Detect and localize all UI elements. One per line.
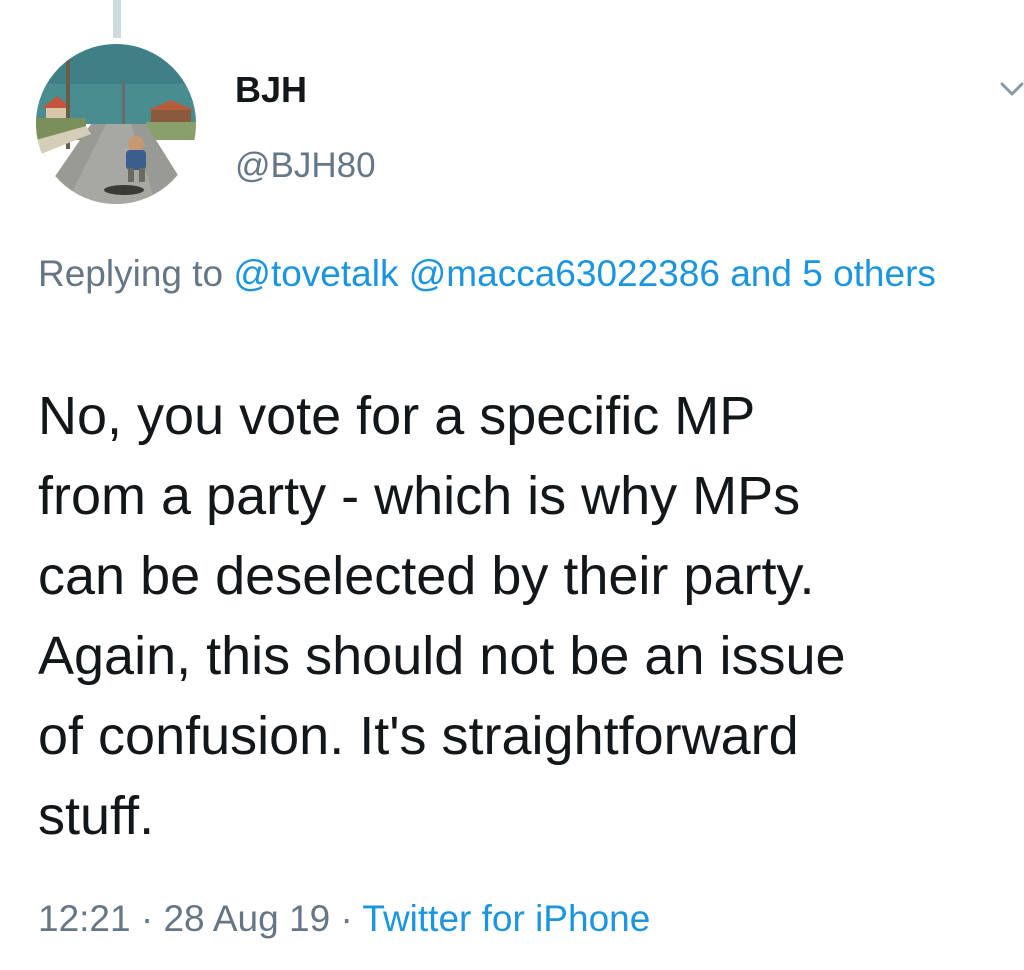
author-display-name[interactable]: BJH [235,66,307,114]
tweet-text-line: No, you vote for a specific MP [38,386,756,446]
mention-link-tovetalk[interactable]: @tovetalk [233,253,398,294]
avatar-photo-icon [36,44,196,204]
chevron-down-icon [1000,82,1024,96]
tweet-detail: BJH @BJH80 Replying to @tovetalk @macca6… [0,0,1024,970]
author-handle[interactable]: @BJH80 [235,142,376,190]
tweet-text-line: from a party - which is why MPs [38,466,801,526]
tweet-text-line: stuff. [38,786,155,846]
tweet-metadata: 12:21 · 28 Aug 19 · Twitter for iPhone [38,894,650,944]
reply-others-link[interactable]: and 5 others [730,253,936,294]
tweet-text: No, you vote for a specific MP from a par… [38,376,1018,856]
tweet-menu-button[interactable] [998,74,1024,104]
tweet-text-line: can be deselected by their party. [38,546,815,606]
tweet-time[interactable]: 12:21 [38,898,131,939]
tweet-text-line: of confusion. It's straightforward [38,706,799,766]
mention-link-macca63022386[interactable]: @macca63022386 [409,253,720,294]
reply-context-prefix: Replying to [38,253,224,294]
tweet-date[interactable]: 28 Aug 19 [163,898,330,939]
thread-connector-line [113,0,121,38]
tweet-text-line: Again, this should not be an issue [38,626,846,686]
meta-separator: · [140,898,154,939]
reply-context: Replying to @tovetalk @macca63022386 and… [38,246,998,302]
avatar[interactable] [36,44,196,204]
meta-separator: · [340,898,353,939]
tweet-source-link[interactable]: Twitter for iPhone [362,898,650,939]
